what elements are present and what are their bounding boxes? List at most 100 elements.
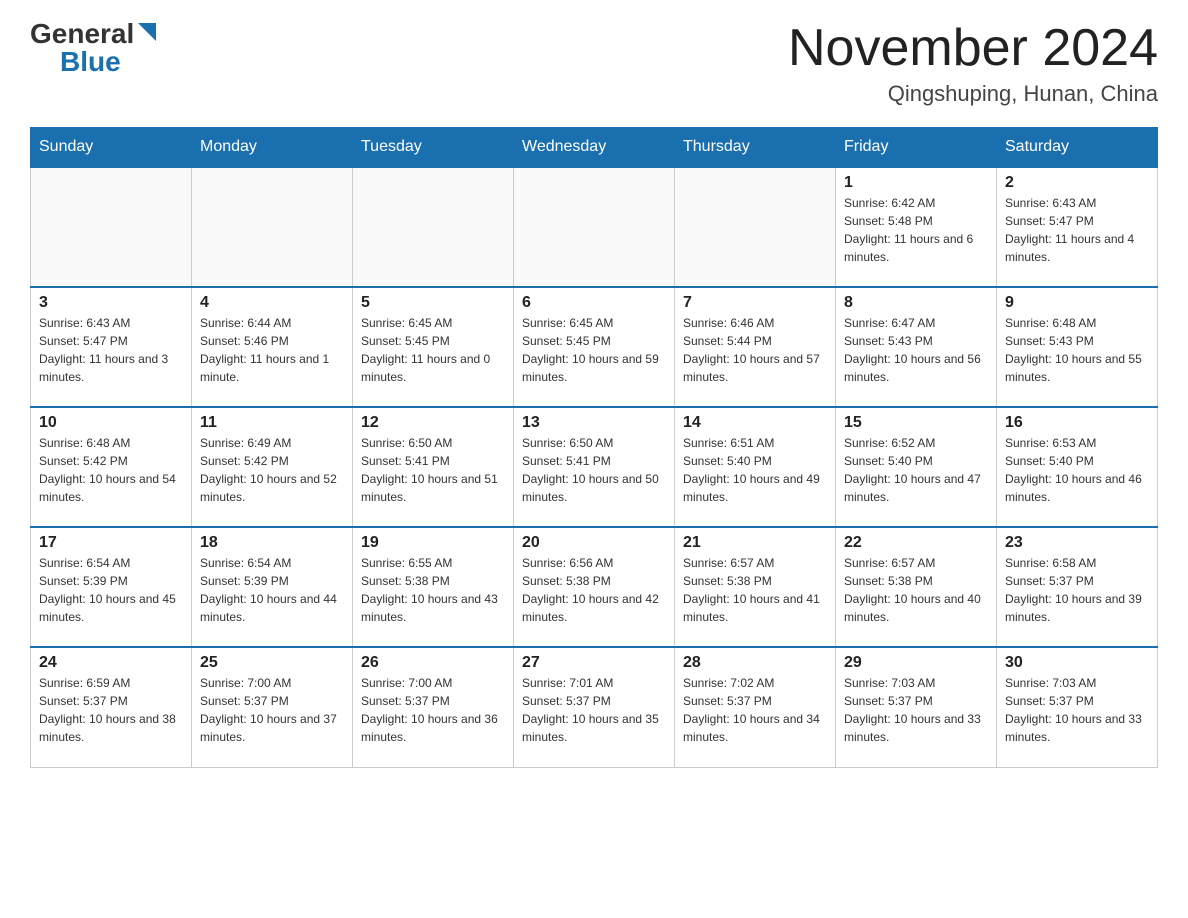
- week-row-3: 10Sunrise: 6:48 AMSunset: 5:42 PMDayligh…: [31, 407, 1158, 527]
- day-number: 28: [683, 654, 827, 672]
- calendar-cell: [514, 167, 675, 287]
- day-info: Sunrise: 7:01 AMSunset: 5:37 PMDaylight:…: [522, 674, 666, 746]
- calendar-cell: 10Sunrise: 6:48 AMSunset: 5:42 PMDayligh…: [31, 407, 192, 527]
- day-info: Sunrise: 6:55 AMSunset: 5:38 PMDaylight:…: [361, 554, 505, 626]
- logo: General Blue: [30, 20, 158, 76]
- calendar-cell: 13Sunrise: 6:50 AMSunset: 5:41 PMDayligh…: [514, 407, 675, 527]
- calendar-header-row: SundayMondayTuesdayWednesdayThursdayFrid…: [31, 128, 1158, 168]
- day-info: Sunrise: 7:02 AMSunset: 5:37 PMDaylight:…: [683, 674, 827, 746]
- calendar-cell: 7Sunrise: 6:46 AMSunset: 5:44 PMDaylight…: [675, 287, 836, 407]
- calendar-cell: 2 Sunrise: 6:43 AMSunset: 5:47 PMDaylight…: [997, 167, 1158, 287]
- day-header-thursday: Thursday: [675, 128, 836, 168]
- day-header-sunday: Sunday: [31, 128, 192, 168]
- day-header-wednesday: Wednesday: [514, 128, 675, 168]
- calendar-cell: 21 Sunrise: 6:57 AMSunset: 5:38 PMDayligh…: [675, 527, 836, 647]
- day-info: Sunrise: 6:54 AMSunset: 5:39 PMDaylight:…: [200, 554, 344, 626]
- day-info: Sunrise: 6:48 AMSunset: 5:43 PMDaylight:…: [1005, 314, 1149, 386]
- week-row-5: 24 Sunrise: 6:59 AMSunset: 5:37 PMDayligh…: [31, 647, 1158, 767]
- day-number: 22: [844, 534, 988, 552]
- day-info: Sunrise: 7:00 AMSunset: 5:37 PMDaylight:…: [361, 674, 505, 746]
- calendar-cell: 11 Sunrise: 6:49 AMSunset: 5:42 PMDayligh…: [192, 407, 353, 527]
- logo-general-text: General: [30, 20, 134, 48]
- day-info: Sunrise: 6:54 AMSunset: 5:39 PMDaylight:…: [39, 554, 183, 626]
- day-info: Sunrise: 6:53 AMSunset: 5:40 PMDaylight:…: [1005, 434, 1149, 506]
- day-number: 16: [1005, 414, 1149, 432]
- day-header-monday: Monday: [192, 128, 353, 168]
- calendar-cell: 20 Sunrise: 6:56 AMSunset: 5:38 PMDayligh…: [514, 527, 675, 647]
- week-row-1: 1 Sunrise: 6:42 AMSunset: 5:48 PMDaylight…: [31, 167, 1158, 287]
- day-number: 13: [522, 414, 666, 432]
- day-info: Sunrise: 6:59 AMSunset: 5:37 PMDaylight:…: [39, 674, 183, 746]
- calendar-cell: [31, 167, 192, 287]
- day-number: 30: [1005, 654, 1149, 672]
- day-number: 26: [361, 654, 505, 672]
- day-info: Sunrise: 6:58 AMSunset: 5:37 PMDaylight:…: [1005, 554, 1149, 626]
- calendar-table: SundayMondayTuesdayWednesdayThursdayFrid…: [30, 127, 1158, 768]
- calendar-cell: 28 Sunrise: 7:02 AMSunset: 5:37 PMDayligh…: [675, 647, 836, 767]
- day-number: 29: [844, 654, 988, 672]
- calendar-cell: 23 Sunrise: 6:58 AMSunset: 5:37 PMDayligh…: [997, 527, 1158, 647]
- day-info: Sunrise: 7:03 AMSunset: 5:37 PMDaylight:…: [844, 674, 988, 746]
- week-row-2: 3Sunrise: 6:43 AMSunset: 5:47 PMDaylight…: [31, 287, 1158, 407]
- calendar-cell: 22 Sunrise: 6:57 AMSunset: 5:38 PMDayligh…: [836, 527, 997, 647]
- calendar-cell: 17 Sunrise: 6:54 AMSunset: 5:39 PMDayligh…: [31, 527, 192, 647]
- calendar-cell: 5Sunrise: 6:45 AMSunset: 5:45 PMDaylight…: [353, 287, 514, 407]
- day-info: Sunrise: 6:49 AMSunset: 5:42 PMDaylight:…: [200, 434, 344, 506]
- calendar-cell: 30 Sunrise: 7:03 AMSunset: 5:37 PMDayligh…: [997, 647, 1158, 767]
- day-number: 14: [683, 414, 827, 432]
- calendar-cell: 8Sunrise: 6:47 AMSunset: 5:43 PMDaylight…: [836, 287, 997, 407]
- day-number: 20: [522, 534, 666, 552]
- day-number: 2: [1005, 174, 1149, 192]
- day-number: 25: [200, 654, 344, 672]
- day-number: 27: [522, 654, 666, 672]
- calendar-cell: 15Sunrise: 6:52 AMSunset: 5:40 PMDayligh…: [836, 407, 997, 527]
- calendar-cell: 24 Sunrise: 6:59 AMSunset: 5:37 PMDayligh…: [31, 647, 192, 767]
- day-info: Sunrise: 6:56 AMSunset: 5:38 PMDaylight:…: [522, 554, 666, 626]
- day-info: Sunrise: 6:45 AMSunset: 5:45 PMDaylight:…: [522, 314, 666, 386]
- calendar-cell: 1 Sunrise: 6:42 AMSunset: 5:48 PMDaylight…: [836, 167, 997, 287]
- day-info: Sunrise: 6:57 AMSunset: 5:38 PMDaylight:…: [683, 554, 827, 626]
- day-info: Sunrise: 7:00 AMSunset: 5:37 PMDaylight:…: [200, 674, 344, 746]
- calendar-cell: [353, 167, 514, 287]
- day-info: Sunrise: 6:43 AMSunset: 5:47 PMDaylight:…: [1005, 194, 1149, 266]
- logo-arrow-icon: [136, 21, 158, 43]
- title-block: November 2024 Qingshuping, Hunan, China: [788, 20, 1158, 107]
- day-number: 18: [200, 534, 344, 552]
- calendar-cell: 14 Sunrise: 6:51 AMSunset: 5:40 PMDayligh…: [675, 407, 836, 527]
- calendar-cell: 3Sunrise: 6:43 AMSunset: 5:47 PMDaylight…: [31, 287, 192, 407]
- day-info: Sunrise: 6:45 AMSunset: 5:45 PMDaylight:…: [361, 314, 505, 386]
- day-number: 6: [522, 294, 666, 312]
- day-number: 17: [39, 534, 183, 552]
- page-header: General Blue November 2024 Qingshuping, …: [30, 20, 1158, 107]
- day-number: 19: [361, 534, 505, 552]
- calendar-cell: 18 Sunrise: 6:54 AMSunset: 5:39 PMDayligh…: [192, 527, 353, 647]
- day-number: 23: [1005, 534, 1149, 552]
- location: Qingshuping, Hunan, China: [788, 81, 1158, 107]
- calendar-cell: 19 Sunrise: 6:55 AMSunset: 5:38 PMDayligh…: [353, 527, 514, 647]
- day-number: 9: [1005, 294, 1149, 312]
- day-info: Sunrise: 6:47 AMSunset: 5:43 PMDaylight:…: [844, 314, 988, 386]
- day-info: Sunrise: 6:57 AMSunset: 5:38 PMDaylight:…: [844, 554, 988, 626]
- calendar-cell: 26 Sunrise: 7:00 AMSunset: 5:37 PMDayligh…: [353, 647, 514, 767]
- calendar-cell: 16 Sunrise: 6:53 AMSunset: 5:40 PMDayligh…: [997, 407, 1158, 527]
- calendar-cell: 12 Sunrise: 6:50 AMSunset: 5:41 PMDayligh…: [353, 407, 514, 527]
- day-number: 21: [683, 534, 827, 552]
- day-number: 7: [683, 294, 827, 312]
- day-info: Sunrise: 6:51 AMSunset: 5:40 PMDaylight:…: [683, 434, 827, 506]
- day-number: 12: [361, 414, 505, 432]
- day-info: Sunrise: 6:50 AMSunset: 5:41 PMDaylight:…: [361, 434, 505, 506]
- day-info: Sunrise: 6:42 AMSunset: 5:48 PMDaylight:…: [844, 194, 988, 266]
- day-header-saturday: Saturday: [997, 128, 1158, 168]
- day-number: 11: [200, 414, 344, 432]
- calendar-cell: [192, 167, 353, 287]
- day-number: 24: [39, 654, 183, 672]
- calendar-cell: [675, 167, 836, 287]
- day-info: Sunrise: 6:44 AMSunset: 5:46 PMDaylight:…: [200, 314, 344, 386]
- calendar-cell: 25 Sunrise: 7:00 AMSunset: 5:37 PMDayligh…: [192, 647, 353, 767]
- day-info: Sunrise: 7:03 AMSunset: 5:37 PMDaylight:…: [1005, 674, 1149, 746]
- calendar-cell: 4Sunrise: 6:44 AMSunset: 5:46 PMDaylight…: [192, 287, 353, 407]
- day-number: 1: [844, 174, 988, 192]
- day-header-tuesday: Tuesday: [353, 128, 514, 168]
- month-title: November 2024: [788, 20, 1158, 77]
- day-header-friday: Friday: [836, 128, 997, 168]
